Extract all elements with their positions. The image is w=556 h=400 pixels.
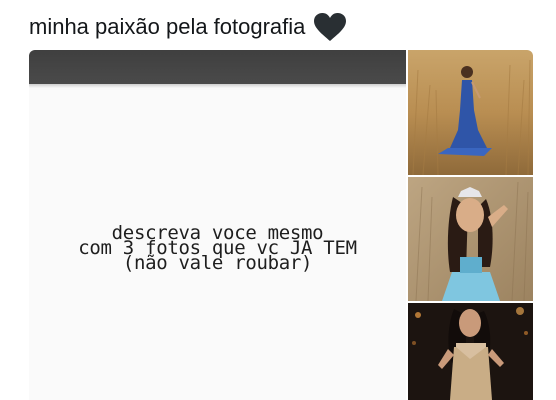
black-heart-icon — [314, 13, 347, 41]
thumbnail-photo-1[interactable] — [408, 50, 533, 175]
thumbnail-photo-2[interactable] — [408, 177, 533, 301]
tweet-text-body: minha paixão pela fotografia — [29, 14, 306, 39]
woman-sequin-dress-night-photo — [408, 303, 533, 400]
photo-top-bar — [29, 50, 406, 84]
woman-blue-gown-field-photo — [408, 50, 533, 175]
main-photo[interactable]: descreva voce mesmo com 3 fotos que vc J… — [29, 50, 406, 400]
photo-caption-text: descreva voce mesmo com 3 fotos que vc J… — [29, 224, 406, 273]
tweet-text: minha paixão pela fotografia — [29, 12, 347, 42]
woman-tiara-field-photo — [408, 177, 533, 301]
tweet: minha paixão pela fotografia descreva vo… — [0, 0, 556, 400]
thumbnail-photo-3[interactable] — [408, 303, 533, 400]
media-grid: descreva voce mesmo com 3 fotos que vc J… — [29, 50, 533, 400]
